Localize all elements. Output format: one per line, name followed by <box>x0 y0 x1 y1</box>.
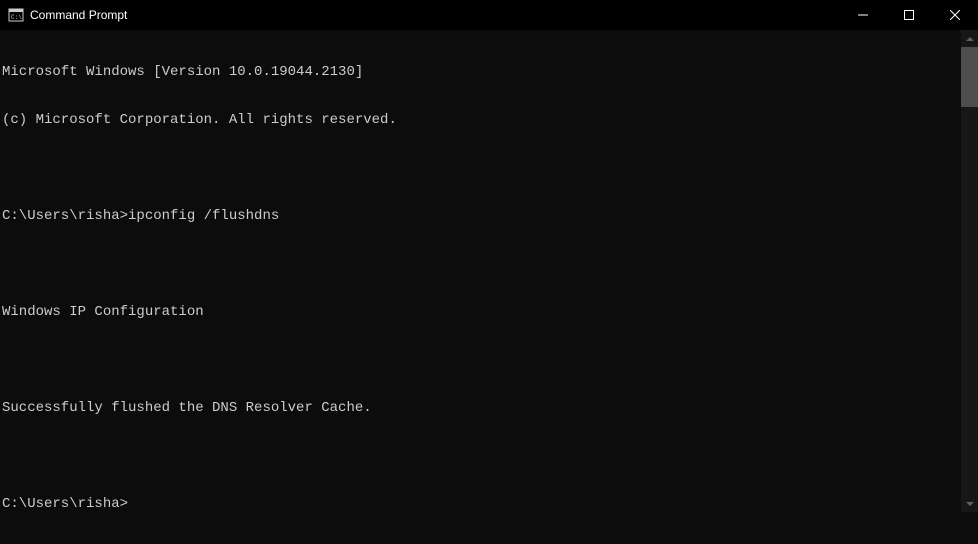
terminal-line <box>2 256 961 272</box>
scrollbar[interactable] <box>961 30 978 512</box>
cmd-icon: C:\ <box>8 7 24 23</box>
terminal-area[interactable]: Microsoft Windows [Version 10.0.19044.21… <box>0 30 978 512</box>
maximize-button[interactable] <box>886 0 932 30</box>
minimize-button[interactable] <box>840 0 886 30</box>
titlebar-left: C:\ Command Prompt <box>8 7 127 23</box>
terminal-line: (c) Microsoft Corporation. All rights re… <box>2 112 961 128</box>
close-button[interactable] <box>932 0 978 30</box>
terminal-line: Microsoft Windows [Version 10.0.19044.21… <box>2 64 961 80</box>
scroll-thumb[interactable] <box>961 47 978 107</box>
terminal-line: C:\Users\risha>ipconfig /flushdns <box>2 208 961 224</box>
terminal-line <box>2 160 961 176</box>
terminal-line: C:\Users\risha> <box>2 496 961 512</box>
svg-text:C:\: C:\ <box>11 14 22 21</box>
titlebar[interactable]: C:\ Command Prompt <box>0 0 978 30</box>
close-icon <box>950 10 960 20</box>
scroll-up-arrow-icon[interactable] <box>961 30 978 47</box>
minimize-icon <box>858 10 868 20</box>
maximize-icon <box>904 10 914 20</box>
terminal-line <box>2 352 961 368</box>
terminal-line <box>2 448 961 464</box>
scroll-down-arrow-icon[interactable] <box>961 495 978 512</box>
titlebar-controls <box>840 0 978 30</box>
window-title: Command Prompt <box>30 8 127 22</box>
terminal-line: Successfully flushed the DNS Resolver Ca… <box>2 400 961 416</box>
terminal-line: Windows IP Configuration <box>2 304 961 320</box>
terminal-content[interactable]: Microsoft Windows [Version 10.0.19044.21… <box>0 30 961 512</box>
